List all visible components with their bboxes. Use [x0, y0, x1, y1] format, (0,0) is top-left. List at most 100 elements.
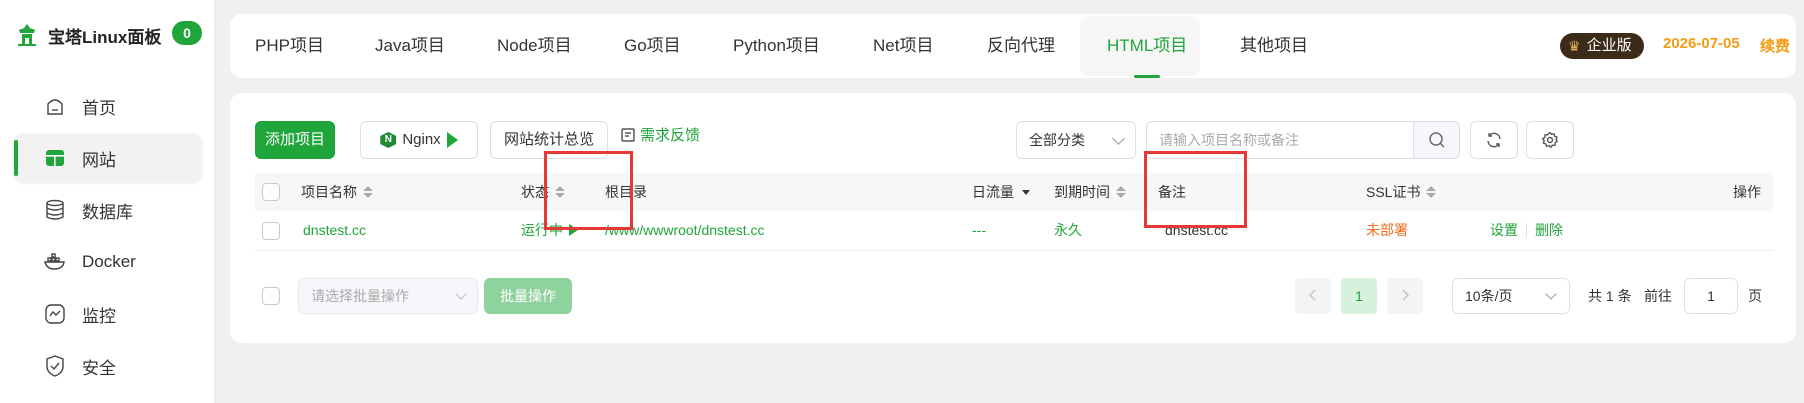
page-size-value: 10条/页 — [1465, 288, 1513, 304]
tab-java[interactable]: Java项目 — [375, 14, 445, 78]
settings-link[interactable]: 设置 — [1490, 211, 1518, 249]
page-size-select[interactable]: 10条/页 — [1452, 278, 1570, 314]
project-name-link[interactable]: dnstest.cc — [303, 211, 366, 249]
chevron-left-icon — [1308, 289, 1316, 301]
home-icon — [42, 93, 68, 119]
tab-php[interactable]: PHP项目 — [255, 14, 324, 78]
tab-reverse-proxy[interactable]: 反向代理 — [987, 14, 1055, 78]
column-name-label: 项目名称 — [301, 184, 357, 200]
tab-other[interactable]: 其他项目 — [1240, 14, 1308, 78]
project-type-tabs: PHP项目 Java项目 Node项目 Go项目 Python项目 Net项目 … — [230, 14, 1796, 78]
traffic-value[interactable]: --- — [972, 211, 986, 249]
feedback-label: 需求反馈 — [640, 127, 701, 144]
status-highlight-box — [544, 151, 633, 230]
sidebar-item-database[interactable]: 数据库 — [14, 186, 202, 234]
search-icon — [1428, 132, 1444, 148]
goto-page-input[interactable]: 1 — [1684, 278, 1738, 314]
select-all-checkbox[interactable] — [262, 183, 280, 201]
monitor-icon — [42, 301, 68, 327]
brand: 宝塔Linux面板 0 — [14, 21, 202, 48]
footer-select-all-checkbox[interactable] — [262, 287, 280, 305]
refresh-button[interactable] — [1470, 121, 1518, 159]
sidebar-item-label: 数据库 — [82, 202, 133, 222]
sidebar-item-label: 网站 — [82, 150, 116, 170]
column-actions: 操作 — [1733, 184, 1761, 200]
sidebar-item-docker[interactable]: Docker — [14, 238, 202, 286]
column-traffic-label: 日流量 — [972, 184, 1014, 200]
table-header: 项目名称 状态 根目录 日流量 到期时间 备注 SSL证书 操作 — [255, 173, 1773, 211]
page-suffix: 页 — [1748, 288, 1762, 304]
ssl-status[interactable]: 未部署 — [1366, 211, 1408, 249]
shield-icon — [42, 353, 68, 379]
sort-icon — [1426, 186, 1437, 198]
nginx-label: Nginx — [402, 131, 441, 148]
crown-icon: ♛ — [1568, 38, 1581, 54]
database-icon — [42, 197, 68, 223]
row-actions: 设置 删除 — [1490, 211, 1563, 249]
sidebar-item-security[interactable]: 安全 — [14, 342, 202, 390]
play-icon — [446, 132, 458, 148]
refresh-icon — [1487, 132, 1501, 148]
column-ssl-label: SSL证书 — [1366, 184, 1421, 200]
remark-highlight-box — [1144, 151, 1247, 228]
sort-icon — [1116, 186, 1126, 198]
renew-link[interactable]: 续费 — [1760, 35, 1790, 56]
chevron-down-icon — [455, 288, 467, 300]
active-tab-indicator — [1134, 75, 1161, 78]
batch-select-placeholder: 请选择批量操作 — [311, 288, 409, 304]
sidebar-item-home[interactable]: 首页 — [14, 82, 202, 130]
project-list-card: 添加项目 N Nginx 网站统计总览 需求反馈 全部分类 项目名称 状态 — [230, 93, 1796, 343]
column-expire-label: 到期时间 — [1054, 184, 1110, 200]
search-button[interactable] — [1413, 122, 1459, 158]
column-ssl[interactable]: SSL证书 — [1366, 173, 1437, 211]
expire-value[interactable]: 永久 — [1054, 211, 1082, 249]
bt-logo-icon — [18, 24, 36, 46]
nginx-button[interactable]: N Nginx — [360, 121, 478, 159]
sidebar-item-label: 首页 — [82, 98, 116, 118]
row-checkbox[interactable] — [262, 222, 280, 240]
brand-name: 宝塔Linux面板 — [48, 27, 162, 47]
website-icon — [42, 145, 68, 171]
chevron-down-icon — [1112, 132, 1125, 145]
expire-date: 2026-07-05 — [1663, 35, 1740, 52]
sidebar-item-website[interactable]: 网站 — [14, 134, 202, 182]
column-name[interactable]: 项目名称 — [301, 173, 373, 211]
nginx-icon: N — [380, 132, 397, 148]
sidebar-item-monitor[interactable]: 监控 — [14, 290, 202, 338]
column-expire[interactable]: 到期时间 — [1054, 173, 1126, 211]
edition-label: 企业版 — [1586, 37, 1632, 54]
docker-icon — [42, 249, 68, 275]
edit-icon — [621, 127, 635, 142]
sidebar-item-label: Docker — [82, 252, 136, 271]
tab-html[interactable]: HTML项目 — [1107, 14, 1187, 78]
sidebar: 宝塔Linux面板 0 首页 网站 数据库 Docker 监控 安全 — [0, 0, 215, 403]
settings-button[interactable] — [1526, 121, 1574, 159]
chevron-right-icon — [1402, 289, 1410, 301]
total-count: 共 1 条 — [1588, 288, 1632, 304]
tab-html-label: HTML项目 — [1107, 36, 1188, 55]
prev-page-button[interactable] — [1295, 278, 1331, 314]
sidebar-item-label: 安全 — [82, 358, 116, 378]
goto-label: 前往 — [1644, 288, 1672, 304]
gear-icon — [1541, 131, 1559, 149]
batch-operation-select[interactable]: 请选择批量操作 — [298, 278, 478, 314]
table-row: dnstest.cc 运行中 /www/wwwroot/dnstest.cc -… — [255, 211, 1773, 251]
tab-node[interactable]: Node项目 — [497, 14, 572, 78]
page-number[interactable]: 1 — [1341, 278, 1377, 314]
next-page-button[interactable] — [1387, 278, 1423, 314]
category-select[interactable]: 全部分类 — [1016, 121, 1136, 159]
add-project-button[interactable]: 添加项目 — [255, 121, 335, 159]
batch-operation-button[interactable]: 批量操作 — [484, 278, 572, 314]
enterprise-edition-badge[interactable]: ♛ 企业版 — [1560, 33, 1644, 59]
sort-icon — [363, 186, 373, 198]
tab-net[interactable]: Net项目 — [873, 14, 933, 78]
tab-go[interactable]: Go项目 — [624, 14, 681, 78]
sidebar-item-label: 监控 — [82, 306, 116, 326]
category-value: 全部分类 — [1029, 132, 1085, 148]
column-traffic[interactable]: 日流量 — [972, 173, 1030, 211]
notification-badge[interactable]: 0 — [172, 21, 202, 45]
tab-python[interactable]: Python项目 — [733, 14, 820, 78]
feedback-link[interactable]: 需求反馈 — [620, 124, 700, 145]
delete-link[interactable]: 删除 — [1535, 211, 1563, 249]
caret-down-icon — [1022, 189, 1030, 195]
